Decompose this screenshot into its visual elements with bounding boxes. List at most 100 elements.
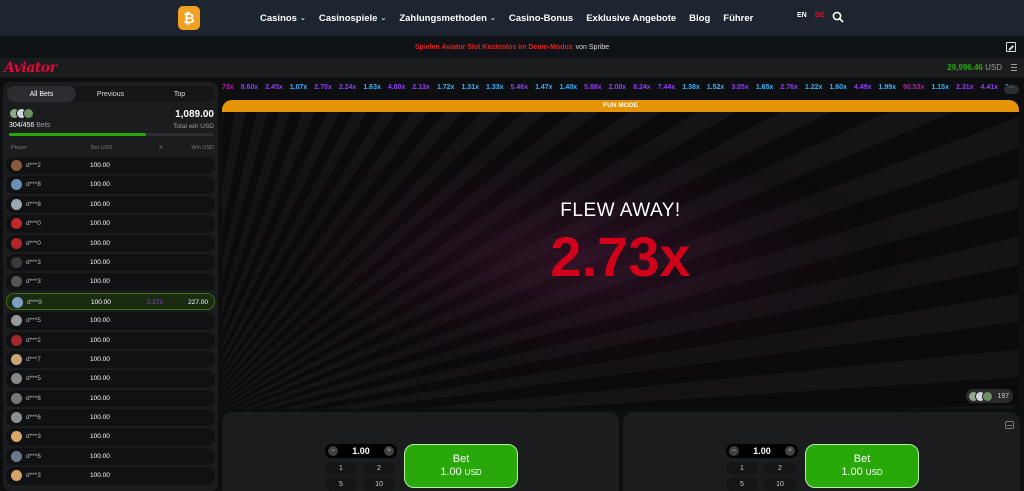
history-multiplier[interactable]: 1.65x (756, 84, 774, 96)
history-multiplier[interactable]: 1.22x (805, 84, 823, 96)
quick-bet-1[interactable]: 1 (325, 462, 357, 475)
menu-icon[interactable] (1011, 64, 1017, 71)
history-multiplier[interactable]: 5.88x (584, 84, 602, 96)
history-multiplier[interactable]: 1.99x (879, 84, 897, 96)
history-multiplier[interactable]: 1.72x (437, 84, 455, 96)
quick-bet-2[interactable]: 2 (363, 462, 395, 475)
history-multiplier[interactable]: 73x (222, 84, 234, 96)
history-multiplier[interactable]: 4.41x (981, 84, 999, 96)
bet-player: d***2 (26, 336, 41, 344)
history-multiplier[interactable]: 2.31x (956, 84, 974, 96)
avatar (11, 431, 22, 443)
balance-amount: 29,996.46 (947, 63, 983, 72)
history-multiplier[interactable]: 2.70x (314, 84, 332, 96)
history-multiplier[interactable]: 1.40x (560, 84, 578, 96)
bet-multiplier: 2.27x (147, 298, 163, 306)
avatar (11, 353, 22, 365)
history-multiplier[interactable]: 2.13x (412, 84, 430, 96)
bet-row: d***2 100.00 (6, 331, 215, 349)
history-multiplier[interactable]: 1.63x (363, 84, 381, 96)
history-multiplier[interactable]: 1.38x (682, 84, 700, 96)
avatar (11, 470, 22, 482)
total-win-label: Total win USD (173, 123, 214, 130)
online-players: 197 (966, 389, 1013, 403)
nav-link-casinos[interactable]: Casinos ⌄ (260, 13, 306, 24)
lang-de-link[interactable]: DE (815, 12, 825, 19)
chevron-down-icon: ⌄ (299, 15, 306, 22)
nav-link-zahlungsmethoden[interactable]: Zahlungsmethoden ⌄ (399, 13, 496, 24)
bet-player: d***3 (26, 278, 41, 286)
history-multiplier[interactable]: 1.15x (931, 84, 949, 96)
bets-count-label: Bets (36, 122, 51, 129)
history-multiplier[interactable]: 1.31x (461, 84, 479, 96)
quick-bet-2[interactable]: 2 (764, 462, 796, 475)
history-multiplier[interactable]: 1.07x (290, 84, 308, 96)
bet-panel-2: − 1.00 + 1 2 5 10 Bet 1.00 USD (623, 412, 1020, 491)
history-multiplier[interactable]: 1.60x (829, 84, 847, 96)
history-multiplier[interactable]: 3.05x (731, 84, 749, 96)
bet-player: d***3 (26, 258, 41, 266)
history-multiplier[interactable]: 2.45x (265, 84, 283, 96)
nav-link-exklusive-angebote[interactable]: Exklusive Angebote (586, 13, 676, 24)
bets-progress-bar (9, 133, 214, 136)
nav-link-casino-bonus[interactable]: Casino-Bonus (509, 13, 573, 24)
bet-amount: 100.00 (90, 394, 110, 402)
site-logo[interactable]: ₿ (178, 6, 200, 30)
history-multiplier[interactable]: 4.49x (854, 84, 872, 96)
bet-amount: 100.00 (90, 375, 110, 383)
nav-link-führer[interactable]: Führer (723, 13, 753, 24)
history-multiplier[interactable]: 5.46x (511, 84, 529, 96)
avatar (11, 198, 22, 210)
history-more-button[interactable]: ··· (1004, 84, 1019, 94)
promo-provider: von Spribe (575, 43, 610, 51)
bet-player: d***5 (26, 375, 41, 383)
quick-bet-1[interactable]: 1 (726, 462, 758, 475)
plus-icon[interactable]: + (785, 446, 795, 456)
history-multiplier[interactable]: 4.80x (388, 84, 406, 96)
promo-title: Spielen Aviator Slot Kostenlos im Demo-M… (414, 43, 573, 51)
search-icon[interactable] (832, 11, 844, 23)
bet-button-currency: USD (464, 468, 482, 477)
tab-all-bets[interactable]: All Bets (7, 86, 76, 102)
history-multiplier[interactable]: 2.24x (339, 84, 357, 96)
history-multiplier[interactable]: 2.76x (780, 84, 798, 96)
quick-bet-10[interactable]: 10 (363, 478, 395, 491)
bets-list: d***2 100.00 d***8 100.00 d***8 100.00 d***0 10… (6, 157, 215, 487)
bet-amount-stepper[interactable]: − 1.00 + (726, 444, 798, 458)
history-multiplier[interactable]: 1.52x (707, 84, 725, 96)
avatar (11, 256, 22, 268)
nav-link-blog[interactable]: Blog (689, 13, 710, 24)
fullscreen-icon[interactable] (1006, 42, 1016, 52)
bets-count: 304/456 Bets (9, 122, 50, 129)
bet-button[interactable]: Bet 1.00 USD (404, 444, 518, 488)
bets-tabs: All Bets Previous Top (7, 86, 214, 102)
nav-link-casinospiele[interactable]: Casinospiele ⌄ (319, 13, 386, 24)
nav-link-label: Casinos (260, 12, 297, 24)
promo-bar: Spielen Aviator Slot Kostenlos im Demo-M… (0, 36, 1024, 58)
history-multiplier[interactable]: 8.60x (241, 84, 259, 96)
tab-top[interactable]: Top (145, 86, 214, 102)
history-multiplier[interactable]: 1.47x (535, 84, 553, 96)
col-win: Win USD (191, 145, 214, 151)
bet-amount-stepper[interactable]: − 1.00 + (325, 444, 397, 458)
history-multiplier[interactable]: 7.44x (658, 84, 676, 96)
quick-bet-5[interactable]: 5 (726, 478, 758, 491)
tab-previous[interactable]: Previous (76, 86, 145, 102)
quick-bet-10[interactable]: 10 (764, 478, 796, 491)
history-multiplier[interactable]: 2.08x (609, 84, 627, 96)
plus-icon[interactable]: + (384, 446, 394, 456)
lang-en-link[interactable]: EN (797, 12, 807, 19)
bet-button[interactable]: Bet 1.00 USD (805, 444, 919, 488)
bitcoin-logo-icon: ₿ (183, 10, 195, 26)
avatar (12, 296, 23, 308)
total-win-value: 1,089.00 (175, 109, 214, 120)
quick-bet-5[interactable]: 5 (325, 478, 357, 491)
online-count: 197 (997, 392, 1009, 400)
history-multiplier[interactable]: 1.33x (486, 84, 504, 96)
bet-row: d***6 100.00 (6, 447, 215, 466)
history-multiplier[interactable]: 8.24x (633, 84, 651, 96)
remove-panel-icon[interactable] (1005, 421, 1014, 429)
bet-amount: 100.00 (90, 452, 110, 460)
history-multiplier[interactable]: 90.53x (903, 84, 924, 96)
site-header: ₿ Casinos ⌄ Casinospiele ⌄ Zahlungsmethoden ⌄… (0, 0, 1024, 36)
